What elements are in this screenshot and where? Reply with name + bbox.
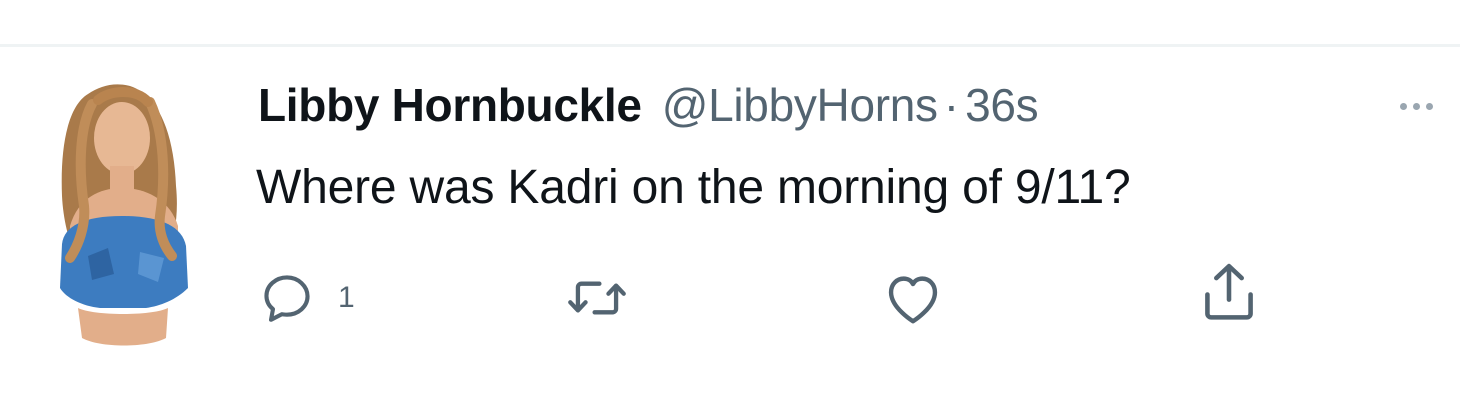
more-dot [1413,102,1420,110]
timestamp[interactable]: 36s [965,78,1039,132]
share-icon [1205,263,1253,320]
separator-dot: · [943,79,960,131]
heart-icon [888,276,938,324]
reply-button[interactable]: 1 [258,268,355,328]
more-icon[interactable] [1400,96,1456,116]
avatar[interactable] [48,76,198,356]
reply-icon [264,275,310,322]
top-divider [0,44,1460,47]
user-handle[interactable]: @LibbyHorns [662,78,938,132]
tweet-text: Where was Kadri on the morning of 9/11? [256,161,1131,214]
retweet-button[interactable] [566,268,628,328]
reply-count: 1 [338,281,355,314]
retweet-icon [568,281,626,315]
like-button[interactable] [882,268,944,328]
more-dot [1426,102,1433,110]
share-button[interactable] [1198,262,1260,322]
more-dot [1400,102,1407,110]
display-name[interactable]: Libby Hornbuckle [258,78,642,132]
tweet-header: Libby Hornbuckle @LibbyHorns · 36s [258,78,1039,138]
